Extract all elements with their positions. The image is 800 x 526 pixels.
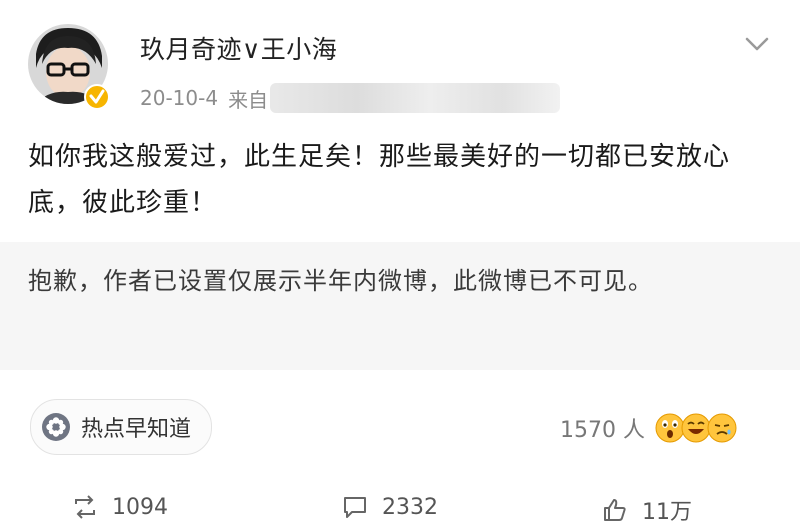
- source-prefix: 来自: [228, 87, 269, 112]
- topic-label: 热点早知道: [81, 417, 192, 442]
- like-button[interactable]: 11万: [602, 494, 692, 526]
- comment-button[interactable]: 2332: [342, 494, 438, 520]
- comment-icon: [344, 497, 366, 518]
- verified-badge-icon: [84, 84, 110, 110]
- reaction-count: 1570 人: [560, 418, 645, 443]
- action-bar: 1094 2332 11万: [0, 486, 800, 526]
- post-content: 如你我这般爱过，此生足矣！那些最美好的一切都已安放心底，彼此珍重！: [28, 142, 731, 218]
- chevron-down-icon[interactable]: [744, 34, 770, 54]
- hidden-post-notice: 抱歉，作者已设置仅展示半年内微博，此微博已不可见。: [0, 242, 800, 370]
- like-icon: [604, 499, 626, 521]
- topic-flower-icon: [42, 413, 70, 441]
- weibo-post-card: 玖月奇迹∨王小海 20-10-4 来自 如你我这般爱过，此生足矣！那些最美好的一…: [0, 0, 800, 525]
- reaction-summary[interactable]: 1570 人: [560, 406, 737, 450]
- like-count: 11万: [642, 500, 692, 525]
- post-date: 20-10-4: [140, 86, 219, 110]
- username[interactable]: 玖月奇迹∨王小海: [140, 30, 337, 66]
- notice-text: 抱歉，作者已设置仅展示半年内微博，此微博已不可见。: [28, 267, 653, 295]
- repost-count: 1094: [112, 494, 168, 520]
- repost-button[interactable]: 1094: [72, 494, 168, 520]
- comment-count: 2332: [382, 494, 438, 520]
- post-meta: 20-10-4 来自: [140, 82, 561, 114]
- topic-chip[interactable]: 热点早知道: [30, 399, 213, 455]
- source-redacted: [270, 83, 561, 113]
- repost-icon: [75, 495, 95, 519]
- sad-emoji-icon: [707, 413, 737, 443]
